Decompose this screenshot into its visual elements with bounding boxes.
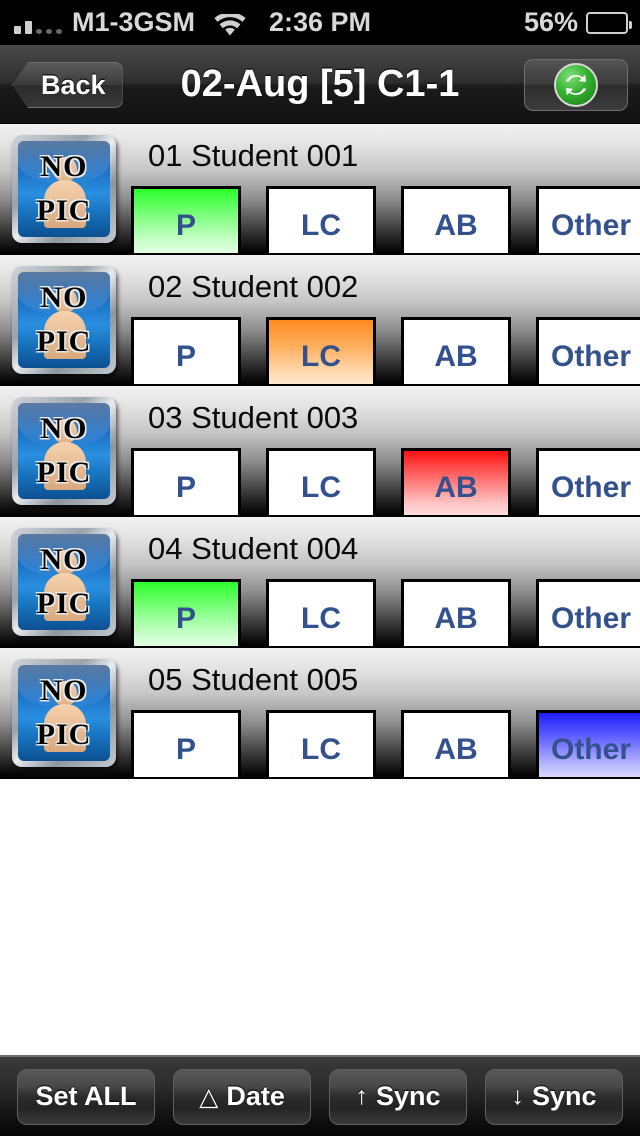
sync-down-label: Sync: [531, 1081, 597, 1111]
attendance-options: P LC AB Other: [131, 448, 640, 515]
app-screen: M1-3GSM 2:36 PM 56% 02-Aug [5] C1-1 Back: [0, 0, 640, 1136]
option-other[interactable]: Other: [536, 448, 640, 515]
set-all-label: Set ALL: [35, 1081, 137, 1111]
table-row[interactable]: NO PIC 04 Student 004 P LC AB Other: [0, 517, 640, 648]
table-row[interactable]: NO PIC 03 Student 003 P LC AB Other: [0, 386, 640, 517]
avatar-line-2: PIC: [36, 194, 92, 227]
avatar-line-2: PIC: [36, 325, 92, 358]
arrow-up-icon: ↑: [355, 1082, 368, 1110]
no-pic-avatar-icon[interactable]: NO PIC: [8, 394, 120, 509]
student-name: 03 Student 003: [148, 400, 359, 435]
date-label: Date: [226, 1081, 285, 1111]
no-pic-avatar-icon[interactable]: NO PIC: [8, 132, 120, 247]
no-pic-avatar-icon[interactable]: NO PIC: [8, 525, 120, 640]
avatar-line-1: NO: [40, 412, 88, 445]
attendance-options: P LC AB Other: [131, 579, 640, 646]
date-button[interactable]: △ Date: [173, 1068, 311, 1125]
refresh-button[interactable]: [524, 59, 628, 111]
attendance-options: P LC AB Other: [131, 710, 640, 777]
option-p[interactable]: P: [131, 579, 241, 646]
status-bar: M1-3GSM 2:36 PM 56%: [0, 0, 640, 45]
option-ab[interactable]: AB: [401, 448, 511, 515]
triangle-up-icon: △: [199, 1082, 219, 1111]
option-ab[interactable]: AB: [401, 186, 511, 253]
option-p[interactable]: P: [131, 317, 241, 384]
no-pic-avatar-icon[interactable]: NO PIC: [8, 656, 120, 771]
avatar-line-2: PIC: [36, 456, 92, 489]
option-lc[interactable]: LC: [266, 448, 376, 515]
option-p[interactable]: P: [131, 710, 241, 777]
student-name: 04 Student 004: [148, 531, 359, 566]
option-ab[interactable]: AB: [401, 579, 511, 646]
student-name: 02 Student 002: [148, 269, 359, 304]
sync-down-button[interactable]: ↓ Sync: [485, 1068, 623, 1125]
option-other[interactable]: Other: [536, 579, 640, 646]
table-row[interactable]: NO PIC 02 Student 002 P LC AB Other: [0, 255, 640, 386]
set-all-button[interactable]: Set ALL: [17, 1068, 155, 1125]
student-name: 01 Student 001: [148, 138, 359, 173]
avatar-line-1: NO: [40, 674, 88, 707]
table-row[interactable]: NO PIC 05 Student 005 P LC AB Other: [0, 648, 640, 779]
sync-up-label: Sync: [375, 1081, 441, 1111]
avatar-line-1: NO: [40, 281, 88, 314]
avatar-line-2: PIC: [36, 587, 92, 620]
option-other[interactable]: Other: [536, 710, 640, 777]
option-p[interactable]: P: [131, 448, 241, 515]
attendance-options: P LC AB Other: [131, 317, 640, 384]
attendance-options: P LC AB Other: [131, 186, 640, 253]
option-lc[interactable]: LC: [266, 317, 376, 384]
option-lc[interactable]: LC: [266, 186, 376, 253]
option-other[interactable]: Other: [536, 317, 640, 384]
option-p[interactable]: P: [131, 186, 241, 253]
option-ab[interactable]: AB: [401, 710, 511, 777]
option-other[interactable]: Other: [536, 186, 640, 253]
avatar-line-1: NO: [40, 543, 88, 576]
refresh-sync-icon: [554, 63, 598, 107]
navigation-bar: 02-Aug [5] C1-1 Back: [0, 45, 640, 124]
option-lc[interactable]: LC: [266, 710, 376, 777]
battery-percent-label: 56%: [523, 7, 578, 37]
option-lc[interactable]: LC: [266, 579, 376, 646]
back-button-label: Back: [41, 69, 106, 100]
no-pic-avatar-icon[interactable]: NO PIC: [8, 263, 120, 378]
option-ab[interactable]: AB: [401, 317, 511, 384]
avatar-line-1: NO: [40, 150, 88, 183]
status-right: 56%: [523, 7, 632, 38]
sync-up-button[interactable]: ↑ Sync: [329, 1068, 467, 1125]
battery-icon: [586, 11, 632, 34]
bottom-toolbar: Set ALL △ Date ↑ Sync ↓ Sync: [0, 1055, 640, 1136]
avatar-line-2: PIC: [36, 718, 92, 751]
back-button[interactable]: Back: [12, 62, 123, 108]
student-list[interactable]: NO PIC 01 Student 001 P LC AB Other NO PIC: [0, 124, 640, 1055]
arrow-down-icon: ↓: [511, 1082, 524, 1110]
table-row[interactable]: NO PIC 01 Student 001 P LC AB Other: [0, 124, 640, 255]
student-name: 05 Student 005: [148, 662, 359, 697]
